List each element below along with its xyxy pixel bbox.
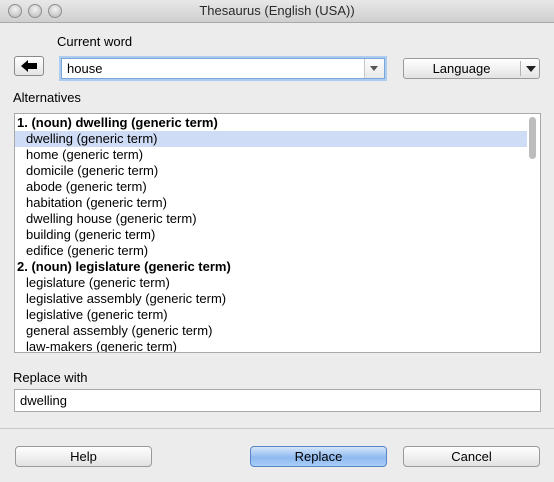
alternatives-list-item[interactable]: edifice (generic term) [15, 243, 527, 259]
help-button[interactable]: Help [15, 446, 152, 467]
button-divider [0, 428, 554, 429]
current-word-combobox[interactable]: house [61, 58, 385, 79]
alternatives-list-item[interactable]: general assembly (generic term) [15, 323, 527, 339]
cancel-button[interactable]: Cancel [403, 446, 540, 467]
thesaurus-dialog: Thesaurus (English (USA)) Current word h… [0, 0, 554, 482]
alternatives-list[interactable]: 1. (noun) dwelling (generic term) dwellin… [14, 113, 541, 353]
alternatives-list-item[interactable]: domicile (generic term) [15, 163, 527, 179]
alternatives-list-item[interactable]: law-makers (generic term) [15, 339, 527, 352]
replace-with-label: Replace with [13, 370, 88, 385]
scroll-thumb[interactable] [529, 117, 536, 159]
alternatives-group-heading[interactable]: 1. (noun) dwelling (generic term) [15, 115, 527, 131]
alternatives-list-item[interactable]: building (generic term) [15, 227, 527, 243]
scrollbar[interactable] [526, 114, 540, 352]
replace-with-value: dwelling [20, 393, 67, 408]
alternatives-list-item[interactable]: dwelling (generic term) [15, 131, 527, 147]
alternatives-list-item[interactable]: habitation (generic term) [15, 195, 527, 211]
language-button-separator [520, 61, 521, 76]
language-button-label: Language [432, 61, 491, 76]
alternatives-list-item[interactable]: legislative (generic term) [15, 307, 527, 323]
alternatives-rows: 1. (noun) dwelling (generic term) dwellin… [15, 115, 527, 352]
title-bar: Thesaurus (English (USA)) [0, 0, 554, 23]
chevron-down-icon [370, 66, 378, 71]
alternatives-list-item[interactable]: legislative assembly (generic term) [15, 291, 527, 307]
combo-dropdown-button[interactable] [364, 59, 384, 78]
left-arrow-icon [21, 60, 37, 72]
alternatives-list-item[interactable]: dwelling house (generic term) [15, 211, 527, 227]
triangle-down-icon [526, 66, 536, 72]
alternatives-list-item[interactable]: legislature (generic term) [15, 275, 527, 291]
current-word-label: Current word [57, 34, 133, 49]
replace-button[interactable]: Replace [250, 446, 387, 467]
replace-with-field[interactable]: dwelling [14, 389, 541, 412]
alternatives-list-item[interactable]: abode (generic term) [15, 179, 527, 195]
back-button[interactable] [14, 56, 44, 76]
alternatives-group-heading[interactable]: 2. (noun) legislature (generic term) [15, 259, 527, 275]
alternatives-list-item[interactable]: home (generic term) [15, 147, 527, 163]
current-word-value: house [67, 61, 103, 76]
window-title: Thesaurus (English (USA)) [199, 3, 355, 18]
language-button[interactable]: Language [403, 58, 540, 79]
alternatives-label: Alternatives [13, 90, 81, 105]
